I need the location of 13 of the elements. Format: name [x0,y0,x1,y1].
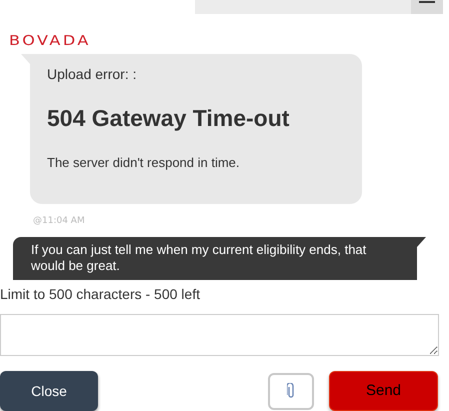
error-heading: 504 Gateway Time-out [47,104,290,133]
message-time: @11:04 AM [33,214,85,228]
close-button[interactable]: Close [0,371,98,411]
attach-button[interactable] [268,372,314,410]
send-button[interactable]: Send [329,371,438,411]
upload-error-label: Upload error: : [47,64,138,84]
error-message: The server didn't respond in time. [47,154,240,172]
paperclip-icon [287,383,295,399]
character-limit: Limit to 500 characters - 500 left [0,285,201,304]
logo: BOVADA [9,34,91,47]
message-text: If you can just tell me when my current eligibility ends, that would be great. [31,242,368,274]
message-input[interactable] [0,314,439,356]
menu-button[interactable] [411,0,443,14]
